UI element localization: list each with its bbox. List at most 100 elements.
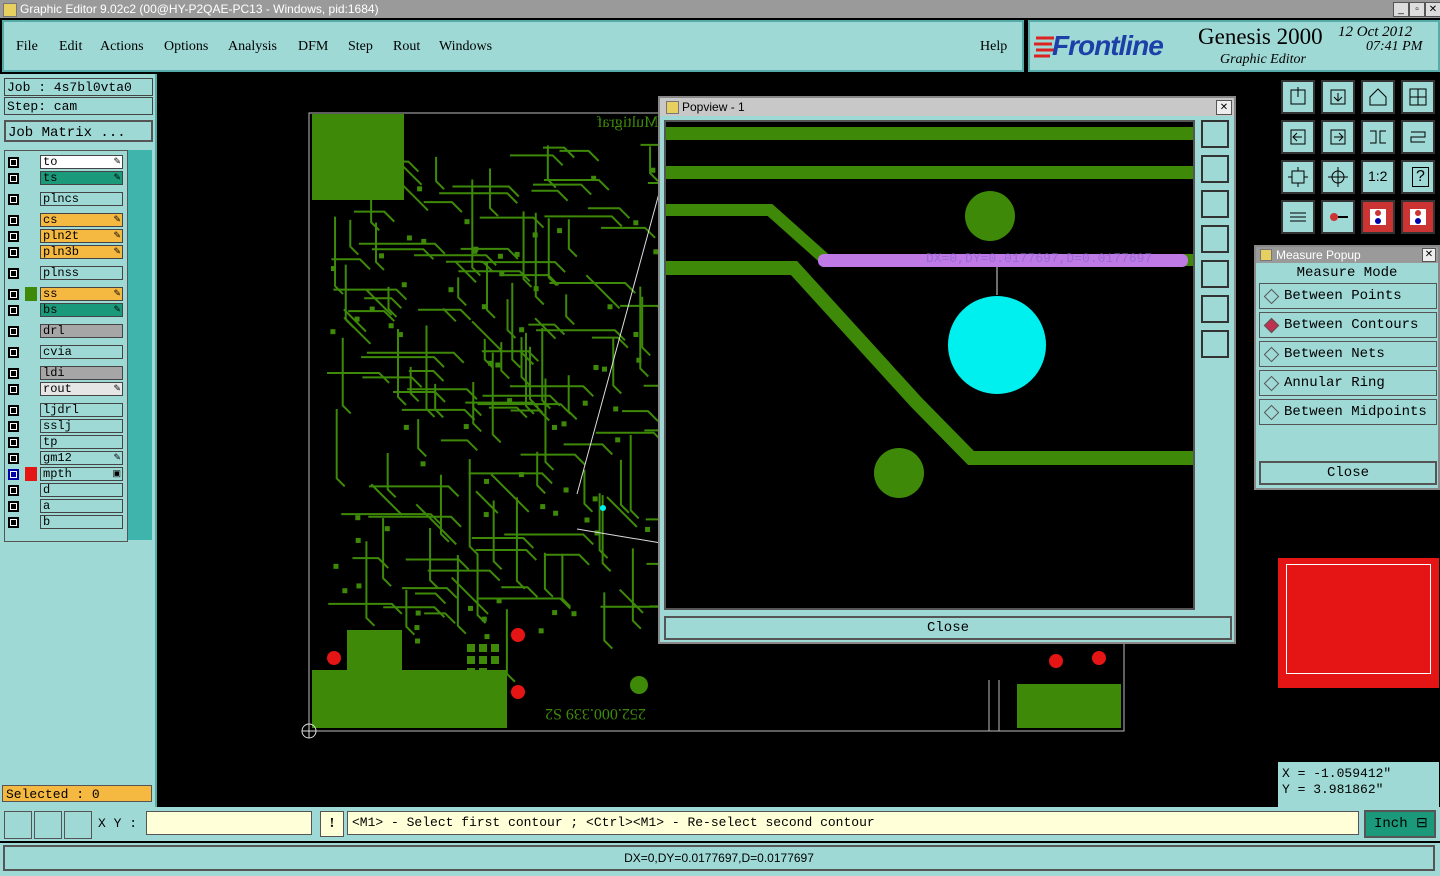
layer-list-scrollbar[interactable] xyxy=(128,150,152,540)
layer-row-b[interactable]: b xyxy=(6,515,124,530)
layer-row-tp[interactable]: tp xyxy=(6,435,124,450)
popview-titlebar[interactable]: Popview - 1 ✕ xyxy=(660,98,1234,116)
layer-name[interactable]: drl xyxy=(40,324,123,338)
layer-checkbox[interactable] xyxy=(8,247,19,258)
layer-name[interactable]: mpth xyxy=(40,467,123,481)
popview-tool-copy-icon[interactable] xyxy=(1201,120,1229,148)
menu-file[interactable]: File xyxy=(16,39,38,55)
layer-row-ljdrl[interactable]: ljdrl xyxy=(6,403,124,418)
zoom-home-icon[interactable] xyxy=(1281,80,1315,114)
layer-checkbox[interactable] xyxy=(8,326,19,337)
measure-option[interactable]: Between Points xyxy=(1259,283,1437,309)
popview-tool-center-icon[interactable] xyxy=(1201,330,1229,358)
minimize-button[interactable]: _ xyxy=(1393,2,1409,17)
layer-row-to[interactable]: to ✎ xyxy=(6,155,124,170)
layer-row-drl[interactable]: drl xyxy=(6,324,124,339)
layer-row-cs[interactable]: cs ✎ xyxy=(6,213,124,228)
layer-name[interactable]: pln2t xyxy=(40,229,123,243)
xy-input[interactable] xyxy=(146,811,312,835)
layer-checkbox[interactable] xyxy=(8,305,19,316)
layer-checkbox[interactable] xyxy=(8,157,19,168)
popview-tool-up-icon[interactable] xyxy=(1201,155,1229,183)
layer-row-bs[interactable]: bs ✎ xyxy=(6,303,124,318)
popview-canvas[interactable]: DX=0,DY=0.0177697,D=0.0177697 xyxy=(664,120,1195,610)
layer-checkbox[interactable] xyxy=(8,485,19,496)
layer-checkbox[interactable] xyxy=(8,215,19,226)
snap-mode-icon[interactable] xyxy=(4,811,32,839)
menu-analysis[interactable]: Analysis xyxy=(228,39,277,55)
mirror-icon[interactable] xyxy=(1361,120,1395,154)
measure-option[interactable]: Between Midpoints xyxy=(1259,399,1437,425)
layer-checkbox[interactable] xyxy=(8,231,19,242)
pan-down-icon[interactable] xyxy=(1321,80,1355,114)
layer-checkbox[interactable] xyxy=(8,437,19,448)
menu-step[interactable]: Step xyxy=(348,39,373,55)
layer-name[interactable]: ldi xyxy=(40,366,123,380)
layer-checkbox[interactable] xyxy=(8,384,19,395)
layer-checkbox[interactable] xyxy=(8,347,19,358)
measure-popup-titlebar[interactable]: Measure Popup ✕ xyxy=(1256,247,1438,263)
layer-row-plncs[interactable]: plncs xyxy=(6,192,124,207)
layer-name[interactable]: cvia xyxy=(40,345,123,359)
snap-pad-icon[interactable] xyxy=(1361,200,1395,234)
menu-options[interactable]: Options xyxy=(164,39,208,55)
layer-row-ss[interactable]: ss ✎ xyxy=(6,287,124,302)
menu-help[interactable]: Help xyxy=(980,39,1007,55)
layer-row-plnss[interactable]: plnss xyxy=(6,266,124,281)
layer-checkbox[interactable] xyxy=(8,421,19,432)
layer-row-pln3b[interactable]: pln3b ✎ xyxy=(6,245,124,260)
menu-actions[interactable]: Actions xyxy=(100,39,144,55)
measure-option[interactable]: Between Nets xyxy=(1259,341,1437,367)
layer-row-cvia[interactable]: cvia xyxy=(6,345,124,360)
layer-checkbox[interactable] xyxy=(8,173,19,184)
home-icon[interactable] xyxy=(1361,80,1395,114)
layer-name[interactable]: d xyxy=(40,483,123,497)
pan-left-icon[interactable] xyxy=(1281,120,1315,154)
layer-checkbox[interactable] xyxy=(8,368,19,379)
layer-name[interactable]: pln3b xyxy=(40,245,123,259)
layer-name[interactable]: plnss xyxy=(40,266,123,280)
units-select[interactable]: Inch ⊟ xyxy=(1364,810,1436,838)
angle-mode-icon[interactable] xyxy=(34,811,62,839)
menu-rout[interactable]: Rout xyxy=(393,39,420,55)
measure-close-button[interactable]: Close xyxy=(1259,461,1437,485)
menu-windows[interactable]: Windows xyxy=(439,39,492,55)
popview-tool-fit-icon[interactable] xyxy=(1201,295,1229,323)
layer-name[interactable]: rout xyxy=(40,382,123,396)
layer-checkbox[interactable] xyxy=(8,501,19,512)
job-matrix-button[interactable]: Job Matrix ... xyxy=(4,120,153,142)
grid-icon[interactable] xyxy=(64,811,92,839)
layer-row-ts[interactable]: ts ✎ xyxy=(6,171,124,186)
layer-checkbox[interactable] xyxy=(8,453,19,464)
layer-row-mpth[interactable]: mpth ▣ xyxy=(6,467,124,482)
measure-option[interactable]: Annular Ring xyxy=(1259,370,1437,396)
overview-viewport[interactable] xyxy=(1286,564,1431,674)
menu-dfm[interactable]: DFM xyxy=(298,39,328,55)
layer-name[interactable]: ljdrl xyxy=(40,403,123,417)
window-close-button[interactable]: ✕ xyxy=(1425,2,1440,17)
layer-checkbox[interactable] xyxy=(8,289,19,300)
layer-name[interactable]: gm12 xyxy=(40,451,123,465)
menu-edit[interactable]: Edit xyxy=(59,39,82,55)
layer-checkbox[interactable] xyxy=(8,268,19,279)
popview-tool-right-icon[interactable] xyxy=(1201,260,1229,288)
layer-row-pln2t[interactable]: pln2t ✎ xyxy=(6,229,124,244)
layer-name[interactable]: ts xyxy=(40,171,123,185)
alert-icon[interactable]: ! xyxy=(320,811,344,837)
settings-tools-icon[interactable] xyxy=(1281,200,1315,234)
pin-icon[interactable] xyxy=(1321,200,1355,234)
zoom-fit-icon[interactable] xyxy=(1281,160,1315,194)
overview-map[interactable] xyxy=(1278,558,1439,688)
layer-name[interactable]: b xyxy=(40,515,123,529)
popview-tool-down-icon[interactable] xyxy=(1201,190,1229,218)
layer-row-ldi[interactable]: ldi xyxy=(6,366,124,381)
popview-close-icon[interactable]: ✕ xyxy=(1216,100,1232,115)
help-icon[interactable]: ? xyxy=(1401,160,1435,194)
layer-name[interactable]: sslj xyxy=(40,419,123,433)
snap-net-icon[interactable] xyxy=(1401,200,1435,234)
layer-row-gm12[interactable]: gm12 ✎ xyxy=(6,451,124,466)
scale-ratio-button[interactable]: 1:2 xyxy=(1361,160,1395,194)
layer-checkbox[interactable] xyxy=(8,405,19,416)
redraw-icon[interactable] xyxy=(1401,120,1435,154)
layer-name[interactable]: a xyxy=(40,499,123,513)
